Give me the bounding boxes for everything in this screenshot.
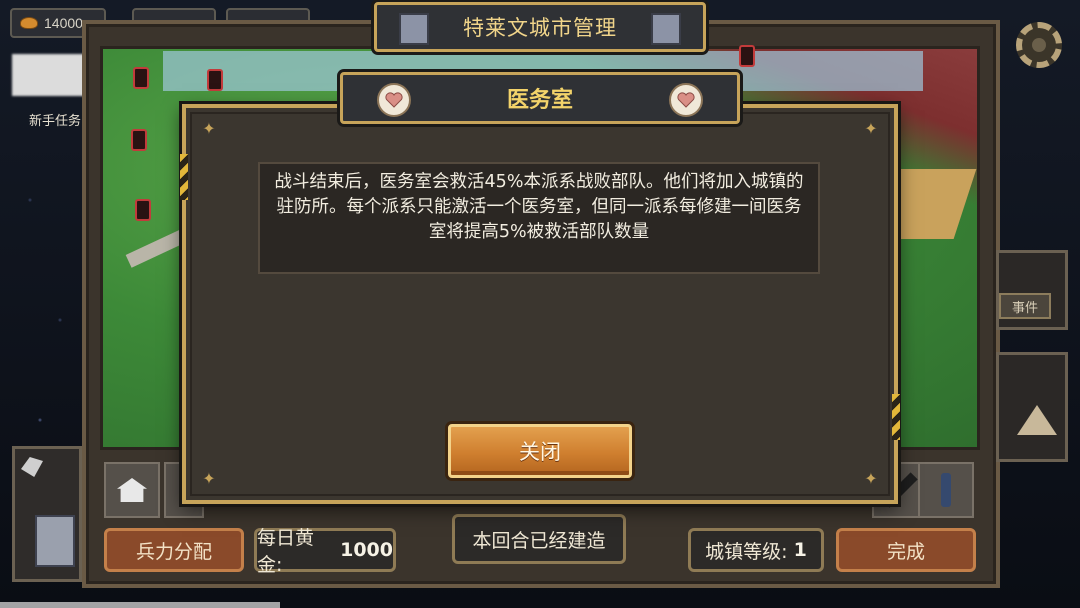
dialog-description: 战斗结束后，医务室会救活45%本派系战败部队。他们将加入城镇的驻防所。每个派系只…: [258, 162, 820, 274]
town-level-label: 城镇等级:: [705, 540, 788, 563]
built-status-button[interactable]: 本回合已经建造: [452, 514, 626, 564]
build-tab-house[interactable]: [104, 462, 160, 518]
daily-gold-label: 每日黄金:: [257, 527, 315, 576]
castle-icon: [399, 13, 429, 45]
castle-icon: [651, 13, 681, 45]
house-icon: [117, 478, 147, 502]
event-button[interactable]: 事件: [999, 293, 1051, 319]
corner-ornament-icon: ✦: [864, 119, 878, 138]
finish-button[interactable]: 完成: [836, 528, 976, 572]
corner-ornament-icon: ✦: [202, 119, 216, 138]
faction-card[interactable]: [12, 446, 82, 582]
heart-icon: [669, 83, 703, 117]
town-level-display: 城镇等级: 1: [688, 528, 824, 572]
hazard-stripe: [892, 394, 900, 440]
camp-panel[interactable]: [996, 352, 1068, 462]
town-level-value: 1: [793, 539, 807, 561]
build-tab-potion[interactable]: [918, 462, 974, 518]
daily-gold-value: 1000: [340, 539, 393, 561]
gold-amount: 14000: [44, 15, 83, 31]
banner-pin-icon[interactable]: [739, 45, 755, 67]
city-title: 特莱文城市管理: [463, 16, 617, 40]
city-title-plate: 特莱文城市管理: [374, 2, 706, 52]
event-panel[interactable]: 事件: [996, 250, 1068, 330]
heart-icon: [377, 83, 411, 117]
unit-icon: [21, 457, 43, 477]
daily-gold-display: 每日黄金: 1000: [254, 527, 396, 576]
dialog-title: 医务室: [506, 88, 573, 113]
dialog-title-plate: 医务室: [340, 72, 740, 124]
corner-ornament-icon: ✦: [202, 469, 216, 488]
corner-ornament-icon: ✦: [864, 469, 878, 488]
castle-icon: [35, 515, 75, 567]
banner-pin-icon[interactable]: [207, 69, 223, 91]
hazard-stripe: [180, 154, 188, 200]
gold-coin-icon: [20, 17, 38, 29]
banner-pin-icon[interactable]: [133, 67, 149, 89]
close-button[interactable]: 关闭: [448, 424, 632, 478]
banner-pin-icon[interactable]: [131, 129, 147, 151]
progress-strip: [0, 602, 280, 608]
banner-pin-icon[interactable]: [135, 199, 151, 221]
bottle-icon: [941, 473, 951, 507]
tent-icon: [1017, 405, 1057, 435]
settings-gear-icon[interactable]: [1016, 22, 1062, 68]
troop-allocation-button[interactable]: 兵力分配: [104, 528, 244, 572]
